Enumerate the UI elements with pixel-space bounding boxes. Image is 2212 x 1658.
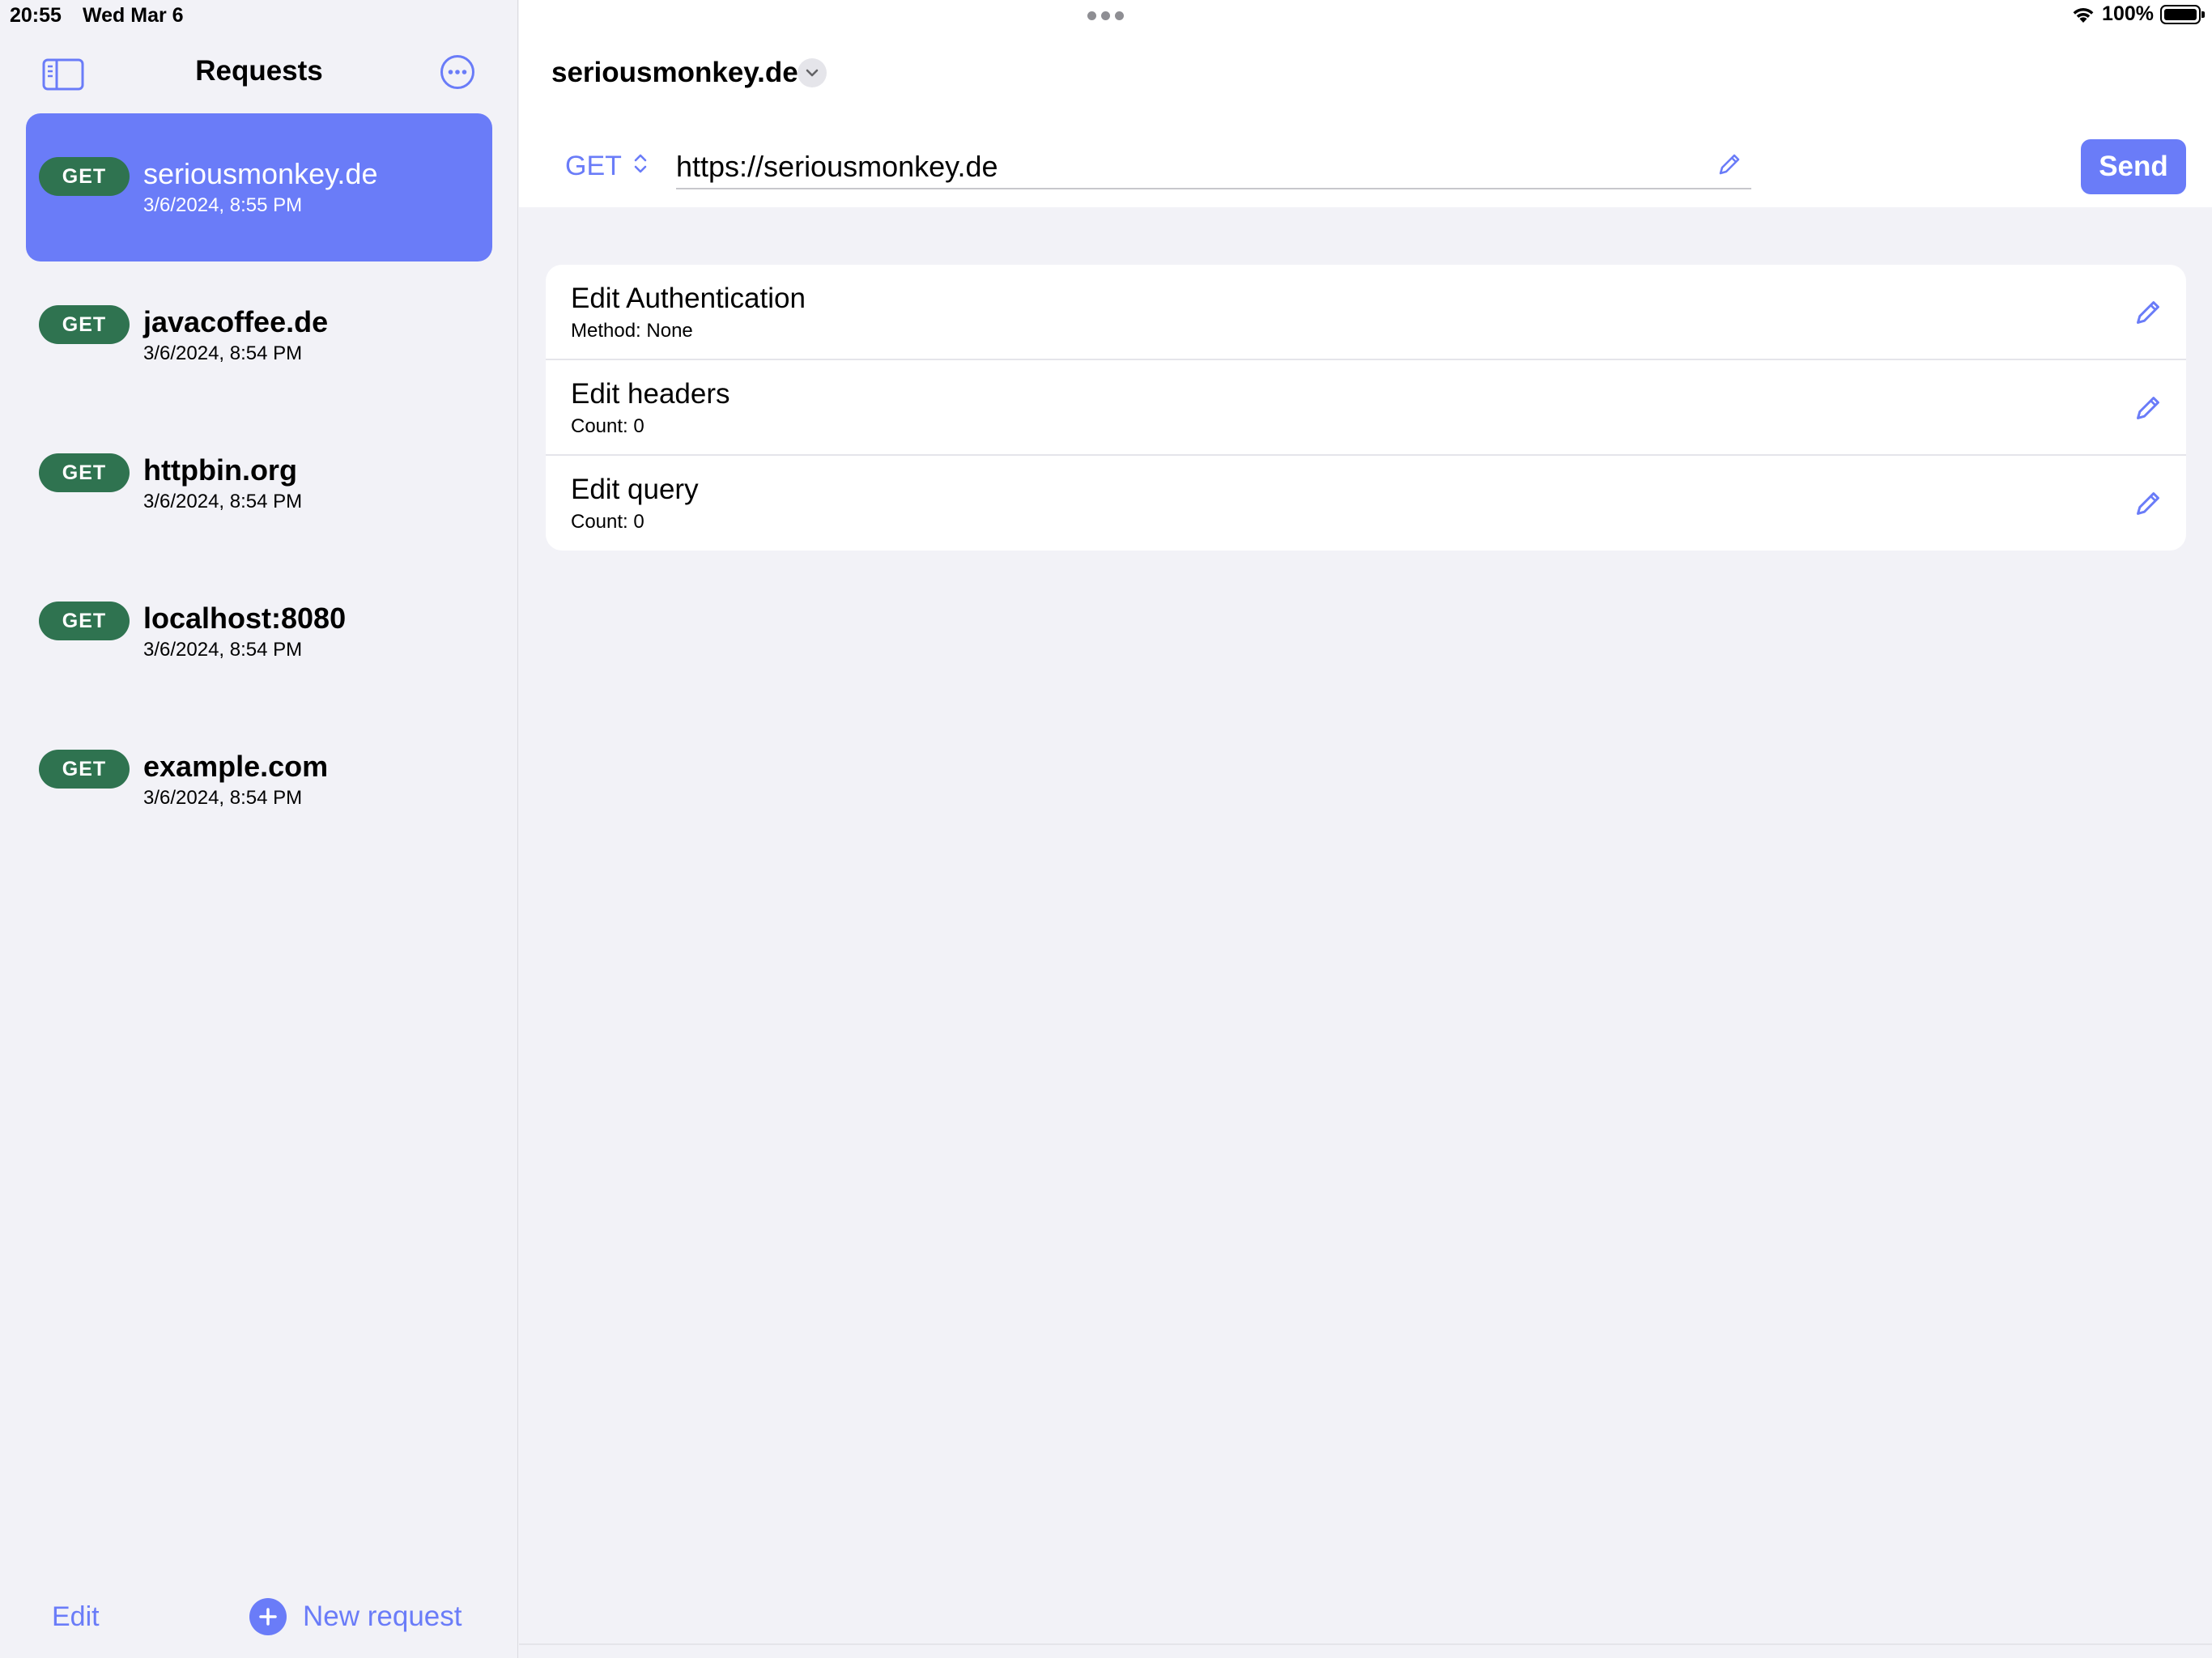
request-options-card: Edit Authentication Method: None Edit he… <box>546 265 2186 551</box>
method-badge: GET <box>39 602 130 640</box>
battery-icon <box>2160 4 2205 24</box>
send-button[interactable]: Send <box>2081 139 2186 194</box>
request-item-javacoffee[interactable]: GET javacoffee.de 3/6/2024, 8:54 PM <box>26 261 492 410</box>
request-date: 3/6/2024, 8:54 PM <box>143 342 303 364</box>
method-badge: GET <box>39 453 130 492</box>
chevron-down-icon[interactable] <box>798 58 827 87</box>
new-request-button[interactable]: New request <box>249 1598 462 1635</box>
request-detail: seriousmonkey.de GET https://seriousmonk… <box>519 0 2212 1658</box>
option-edit-query[interactable]: Edit query Count: 0 <box>546 456 2186 551</box>
multitasking-dots-icon[interactable] <box>1087 11 1124 20</box>
option-subtitle: Method: None <box>571 320 693 342</box>
url-field[interactable]: https://seriousmonkey.de <box>676 142 1751 189</box>
status-date: Wed Mar 6 <box>83 4 184 27</box>
option-title: Edit headers <box>571 378 730 410</box>
request-item-example[interactable]: GET example.com 3/6/2024, 8:54 PM <box>26 706 492 854</box>
request-host: localhost:8080 <box>143 602 347 635</box>
plus-icon <box>249 1598 287 1635</box>
sidebar: Requests GET seriousmonkey.de 3/6/2024, … <box>0 0 518 1658</box>
method-select[interactable]: GET <box>565 151 648 182</box>
request-date: 3/6/2024, 8:54 PM <box>143 787 303 809</box>
method-badge: GET <box>39 305 130 344</box>
option-subtitle: Count: 0 <box>571 415 644 437</box>
page-title: seriousmonkey.de <box>551 57 798 88</box>
request-date: 3/6/2024, 8:54 PM <box>143 639 303 661</box>
wifi-icon <box>2071 5 2095 24</box>
edit-button[interactable]: Edit <box>52 1601 100 1633</box>
request-host: httpbin.org <box>143 453 297 487</box>
url-input[interactable]: https://seriousmonkey.de <box>676 150 998 184</box>
sidebar-header: Requests <box>0 49 518 100</box>
request-host: javacoffee.de <box>143 305 329 338</box>
status-bar: 20:55 Wed Mar 6 100% <box>0 0 2212 32</box>
sidebar-footer: Edit New request <box>0 1593 518 1642</box>
request-item-seriousmonkey[interactable]: GET seriousmonkey.de 3/6/2024, 8:55 PM <box>26 113 492 261</box>
pencil-icon[interactable] <box>2134 490 2162 521</box>
option-subtitle: Count: 0 <box>571 511 644 533</box>
battery-percentage: 100% <box>2102 2 2154 25</box>
request-item-localhost[interactable]: GET localhost:8080 3/6/2024, 8:54 PM <box>26 558 492 706</box>
status-indicators: 100% <box>2071 2 2205 26</box>
method-badge: GET <box>39 157 130 196</box>
method-select-value: GET <box>565 151 622 181</box>
request-date: 3/6/2024, 8:55 PM <box>143 194 303 216</box>
new-request-label: New request <box>303 1601 462 1632</box>
pencil-icon[interactable] <box>1717 152 1742 181</box>
pencil-icon[interactable] <box>2134 394 2162 426</box>
option-edit-headers[interactable]: Edit headers Count: 0 <box>546 360 2186 456</box>
option-edit-authentication[interactable]: Edit Authentication Method: None <box>546 265 2186 360</box>
pencil-icon[interactable] <box>2134 299 2162 330</box>
request-item-httpbin[interactable]: GET httpbin.org 3/6/2024, 8:54 PM <box>26 410 492 558</box>
chevron-up-down-icon <box>633 151 648 182</box>
more-options-icon[interactable] <box>440 54 475 90</box>
divider <box>519 1643 2212 1645</box>
request-date: 3/6/2024, 8:54 PM <box>143 491 303 512</box>
status-time: 20:55 <box>10 4 62 27</box>
request-host: example.com <box>143 750 329 783</box>
option-title: Edit query <box>571 474 699 505</box>
request-list: GET seriousmonkey.de 3/6/2024, 8:55 PM G… <box>26 113 492 854</box>
method-badge: GET <box>39 750 130 789</box>
option-title: Edit Authentication <box>571 283 806 314</box>
request-host: seriousmonkey.de <box>143 157 378 190</box>
